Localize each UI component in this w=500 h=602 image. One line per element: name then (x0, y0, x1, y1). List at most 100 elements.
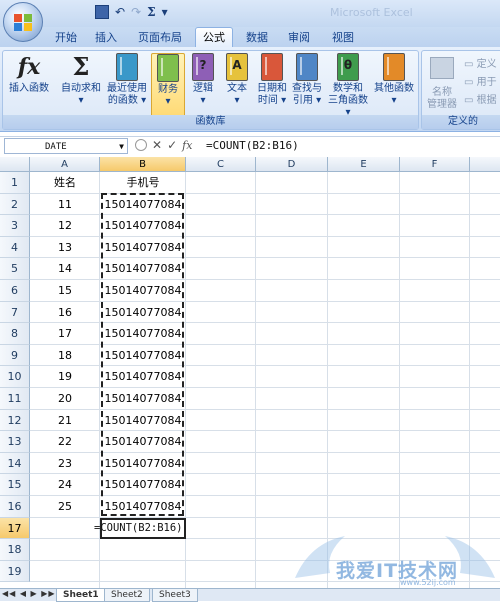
tab-review[interactable]: 审阅 (284, 29, 314, 47)
row-header-9[interactable]: 9 (0, 344, 30, 367)
sheet-tab-1[interactable]: Sheet1 (56, 589, 106, 602)
autosum-button[interactable]: Σ 自动求和 ▾ (59, 53, 103, 107)
redo-icon[interactable]: ↷ (131, 5, 141, 19)
tab-home[interactable]: 开始 (50, 29, 82, 47)
logical-button[interactable]: ? 逻辑 ▾ (187, 53, 219, 107)
math-glyph: θ (343, 58, 353, 72)
row-header-18[interactable]: 18 (0, 539, 30, 561)
autosum-arrow: ▾ (78, 95, 84, 106)
row-header-4[interactable]: 4 (0, 236, 30, 259)
enter-icon[interactable]: ✓ (167, 138, 177, 152)
more-functions-button[interactable]: 其他函数 ▾ (373, 53, 415, 107)
tab-insert[interactable]: 插入 (90, 29, 122, 47)
cancel-icon[interactable]: ✕ (152, 138, 162, 152)
row-header-13[interactable]: 13 (0, 431, 30, 453)
undo-icon[interactable]: ↶ (115, 5, 125, 19)
text-book-icon: A (226, 53, 248, 81)
column-header-d[interactable]: D (256, 157, 328, 172)
logical-label: 逻辑 (193, 83, 213, 94)
cell-a12[interactable]: 21 (30, 410, 100, 432)
datetime-button[interactable]: 日期和 时间 ▾ (255, 53, 289, 107)
cell-a11[interactable]: 20 (30, 388, 100, 410)
autosum-label: 自动求和 (61, 83, 101, 94)
row-header-2[interactable]: 2 (0, 193, 30, 216)
row-header-16[interactable]: 16 (0, 496, 30, 518)
cell-a4[interactable]: 13 (30, 237, 100, 259)
sheet-nav-arrows[interactable]: ◀◀ ◀ ▶ ▶▶ (2, 589, 56, 598)
sheet-tab-2[interactable]: Sheet2 (104, 589, 150, 602)
cell-a3[interactable]: 12 (30, 215, 100, 237)
fx-icon-small[interactable]: fx (182, 139, 192, 152)
tab-page-layout[interactable]: 页面布局 (136, 29, 184, 47)
row-header-10[interactable]: 10 (0, 366, 30, 388)
column-header-extra[interactable] (470, 157, 500, 172)
sheet-tab-3[interactable]: Sheet3 (152, 589, 198, 602)
cell-a15[interactable]: 24 (30, 474, 100, 496)
datetime-label-2: 时间 ▾ (257, 95, 287, 106)
recent-label-2: 的函数 ▾ (107, 95, 147, 106)
name-manager-button[interactable]: 名称 管理器 (424, 53, 460, 111)
insert-function-button[interactable]: fx 插入函数 (7, 53, 51, 95)
row-header-8[interactable]: 8 (0, 323, 30, 345)
cell-a1[interactable]: 姓名 (30, 172, 100, 194)
column-header-b[interactable]: B (100, 157, 186, 172)
use-in-formula-label: 用于 (476, 77, 497, 88)
column-header-e[interactable]: E (328, 157, 400, 172)
row-header-12[interactable]: 12 (0, 409, 30, 432)
row-header-14[interactable]: 14 (0, 452, 30, 475)
define-name-item[interactable]: ▭ 定义 (464, 55, 497, 70)
cell-a9[interactable]: 18 (30, 345, 100, 367)
row-header-11[interactable]: 11 (0, 388, 30, 410)
cell-a2[interactable]: 11 (30, 194, 100, 216)
formula-bar: DATE ▼ ✕ ✓ fx =COUNT(B2:B16) (0, 136, 500, 158)
insert-function-label: 插入函数 (9, 83, 49, 94)
sigma-icon: Σ (72, 52, 90, 81)
select-all-corner[interactable] (0, 157, 30, 172)
column-header-f[interactable]: F (400, 157, 470, 172)
row-header-5[interactable]: 5 (0, 258, 30, 280)
financial-book-icon (157, 54, 179, 82)
row-header-15[interactable]: 15 (0, 474, 30, 496)
office-logo-icon (14, 14, 32, 31)
name-box-dropdown-icon[interactable]: ▼ (119, 139, 124, 155)
row-header-17[interactable]: 17 (0, 517, 30, 540)
save-icon[interactable] (95, 5, 109, 19)
cell-b17-edit[interactable]: =COUNT(B2:B16) (94, 518, 183, 539)
recent-functions-button[interactable]: 最近使用 的函数 ▾ (105, 53, 149, 107)
cell-a7[interactable]: 16 (30, 302, 100, 324)
more-label: 其他函数 (374, 83, 414, 94)
row-header-3[interactable]: 3 (0, 215, 30, 237)
cell-a13[interactable]: 22 (30, 431, 100, 453)
tab-formulas[interactable]: 公式 (195, 27, 233, 48)
tab-view[interactable]: 视图 (328, 29, 358, 47)
column-header-c[interactable]: C (186, 157, 256, 172)
cell-a16[interactable]: 25 (30, 496, 100, 518)
datetime-book-icon (261, 53, 283, 81)
tab-data[interactable]: 数据 (242, 29, 272, 47)
cell-a8[interactable]: 17 (30, 323, 100, 345)
text-button[interactable]: A 文本 ▾ (221, 53, 253, 107)
formula-input[interactable]: =COUNT(B2:B16) (206, 138, 299, 154)
lookup-button[interactable]: 查找与 引用 ▾ (289, 53, 325, 107)
column-header-a[interactable]: A (30, 157, 100, 172)
cell-a5[interactable]: 14 (30, 258, 100, 280)
math-trig-button[interactable]: θ 数学和 三角函数 ▾ (325, 53, 371, 119)
row-header-1[interactable]: 1 (0, 172, 30, 194)
cell-a6[interactable]: 15 (30, 280, 100, 302)
create-from-selection-item[interactable]: ▭ 根据 (464, 91, 497, 106)
use-in-formula-item[interactable]: ▭ 用于 (464, 73, 497, 88)
cell-a10[interactable]: 19 (30, 366, 100, 388)
name-box-value: DATE (45, 142, 67, 152)
names-side-list: ▭ 定义 ▭ 用于 ▭ 根据 (464, 55, 500, 111)
autosum-icon[interactable]: Σ (147, 5, 155, 19)
row-header-6[interactable]: 6 (0, 280, 30, 302)
lookup-label-2: 引用 ▾ (292, 95, 322, 106)
name-box[interactable]: DATE ▼ (4, 138, 128, 154)
qat-dropdown-icon[interactable]: ▾ (162, 5, 168, 19)
row-header-7[interactable]: 7 (0, 301, 30, 324)
row-header-19[interactable]: 19 (0, 560, 30, 583)
office-button[interactable] (3, 2, 43, 42)
name-manager-label-2: 管理器 (427, 99, 457, 110)
cell-a14[interactable]: 23 (30, 453, 100, 475)
cell-b1[interactable]: 手机号 (100, 172, 186, 194)
